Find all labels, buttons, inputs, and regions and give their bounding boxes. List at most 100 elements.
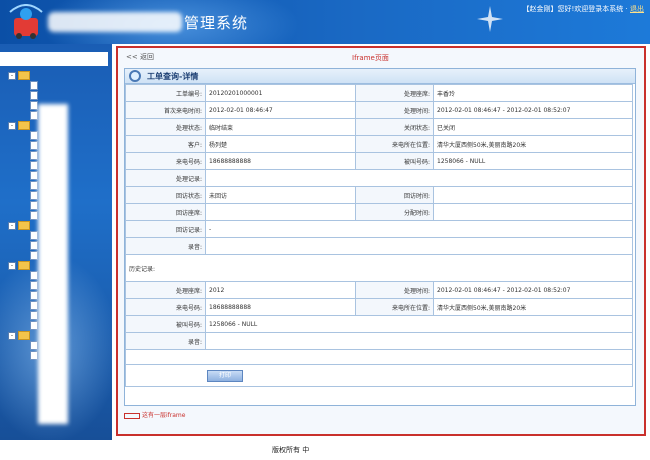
table-row: 被叫号码: 1258066 - NULL [125,315,633,333]
field-value: 18688888888 [205,152,356,170]
tree-node[interactable] [4,90,108,100]
document-icon [30,111,38,120]
table-row: 回访记录: - [125,220,633,238]
field-value: 2012 [205,281,356,299]
search-icon [129,70,141,82]
folder-icon [18,71,30,80]
history-label-row: 历史记录: [125,254,633,282]
field-label: 处理记录: [125,169,206,187]
document-icon [30,131,38,140]
table-row: 处理状态: 临时结束 关闭状态: 已关闭 [125,118,633,136]
field-value [433,203,633,221]
document-icon [30,231,38,240]
logo-icon [9,4,43,39]
document-icon [30,291,38,300]
table-row: 来电号码: 18688888888 被叫号码: 1258066 - NULL [125,152,633,170]
spacer-row [125,349,633,365]
field-label: 回访座席: [125,203,206,221]
field-label: 首次来电时间: [125,101,206,119]
document-icon [30,311,38,320]
sidebar: - - - - - [0,44,112,440]
redacted-system-name [48,12,182,32]
copyright-text: 版权所有 中 [272,446,310,454]
document-icon [30,251,38,260]
table-row: 工单编号: 20120201000001 处理座席: 丰香玲 [125,84,633,102]
collapse-icon[interactable]: - [8,122,16,130]
button-cell: 打印 [125,364,633,387]
tree-node[interactable]: - [4,70,108,80]
welcome-bar: 【赵金刚】您好!欢迎登录本系统 · 退出 [523,4,645,14]
welcome-text: 【赵金刚】您好!欢迎登录本系统 · [522,5,628,13]
collapse-icon[interactable]: - [8,72,16,80]
field-label: 关闭状态: [355,118,434,136]
table-row: 录音: [125,332,633,350]
field-value [433,186,633,204]
folder-icon [18,261,30,270]
field-label: 来电所在位置: [355,298,434,316]
document-icon [30,191,38,200]
field-label: 来电所在位置: [355,135,434,153]
field-label: 来电号码: [125,152,206,170]
table-row: 客户: 杨列楚 来电所在位置: 清华大厦西侧50米,美丽南路20米 [125,135,633,153]
field-label: 回访时间: [355,186,434,204]
bottom-annotation-text: 这有一层iframe [142,412,186,419]
table-row: 处理记录: [125,169,633,187]
app-header: 管理系统 【赵金刚】您好!欢迎登录本系统 · 退出 [0,0,650,44]
field-label: 录音: [125,237,206,255]
collapse-icon[interactable]: - [8,262,16,270]
table-row: 录音: [125,237,633,255]
field-value: - [205,220,633,238]
field-label: 处理座席: [125,281,206,299]
field-label: 处理时间: [355,281,434,299]
field-value: 丰香玲 [433,84,633,102]
document-icon [30,271,38,280]
table-row: 回访状态: 未回访 回访时间: [125,186,633,204]
bottom-annotation: 这有一层iframe [124,410,185,419]
field-label: 工单编号: [125,84,206,102]
tree-node[interactable] [4,80,108,90]
document-icon [30,171,38,180]
collapse-icon[interactable]: - [8,222,16,230]
field-label: 回访记录: [125,220,206,238]
field-value [205,237,633,255]
iframe-annotation: Iframe页面 [352,54,389,62]
field-label: 被叫号码: [355,152,434,170]
field-label: 录音: [125,332,206,350]
sparkle-icon [477,6,503,32]
back-link[interactable]: << 返回 [126,52,154,62]
document-icon [30,321,38,330]
print-button[interactable]: 打印 [207,369,243,382]
field-value: 临时结束 [205,118,356,136]
card-header: 工单查询-详情 [125,69,635,84]
detail-table: 工单编号: 20120201000001 处理座席: 丰香玲 首次来电时间: 2012-0… [125,84,633,387]
logout-link[interactable]: 退出 [630,5,644,13]
folder-icon [18,121,30,130]
document-icon [30,301,38,310]
sidebar-search-panel[interactable] [0,52,108,66]
table-row: 首次来电时间: 2012-02-01 08:46:47 处理时间: 2012-02-0… [125,101,633,119]
system-title: 管理系统 [184,14,249,32]
folder-icon [18,331,30,340]
field-value: 清华大厦西侧50米,美丽南路20米 [433,135,633,153]
field-value: 2012-02-01 08:46:47 - 2012-02-01 08:52:0… [433,281,633,299]
field-value [205,169,633,187]
field-value: 1258066 - NULL [433,152,633,170]
field-value: 杨列楚 [205,135,356,153]
redacted-menu-labels [38,104,68,424]
field-value: 1258066 - NULL [205,315,633,333]
field-value: 未回访 [205,186,356,204]
folder-icon [18,221,30,230]
document-icon [30,91,38,100]
field-label: 处理状态: [125,118,206,136]
document-icon [30,281,38,290]
document-icon [30,101,38,110]
field-value [205,332,633,350]
document-icon [30,161,38,170]
field-value: 20120201000001 [205,84,356,102]
field-label: 回访状态: [125,186,206,204]
document-icon [30,181,38,190]
collapse-icon[interactable]: - [8,332,16,340]
button-row: 打印 [125,364,633,387]
document-icon [30,151,38,160]
document-icon [30,241,38,250]
